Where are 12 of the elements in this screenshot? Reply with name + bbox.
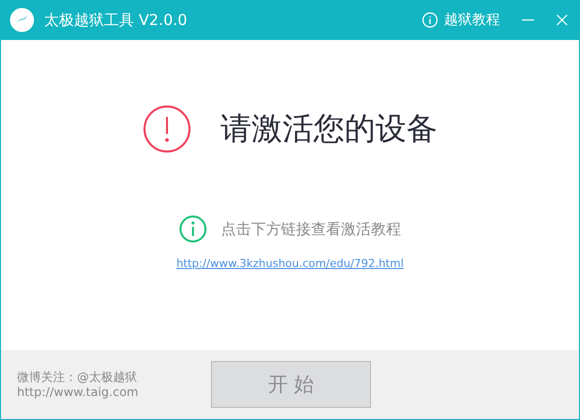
website-text: http://www.taig.com: [17, 384, 140, 400]
logo-icon: [10, 8, 34, 32]
weibo-text: 微博关注：@太极越狱: [17, 370, 138, 384]
warning-icon: [142, 105, 190, 153]
tutorial-link[interactable]: 越狱教程: [422, 11, 500, 29]
info-icon: [179, 215, 207, 243]
hint-text: 点击下方链接查看激活教程: [221, 220, 401, 238]
window-title: 太极越狱工具 V2.0.0: [44, 10, 188, 30]
info-icon: [422, 12, 438, 28]
activation-heading: 请激活您的设备: [220, 110, 438, 149]
close-icon[interactable]: [556, 14, 568, 26]
tutorial-url-link[interactable]: http://www.3kzhushou.com/edu/792.html: [176, 257, 404, 270]
